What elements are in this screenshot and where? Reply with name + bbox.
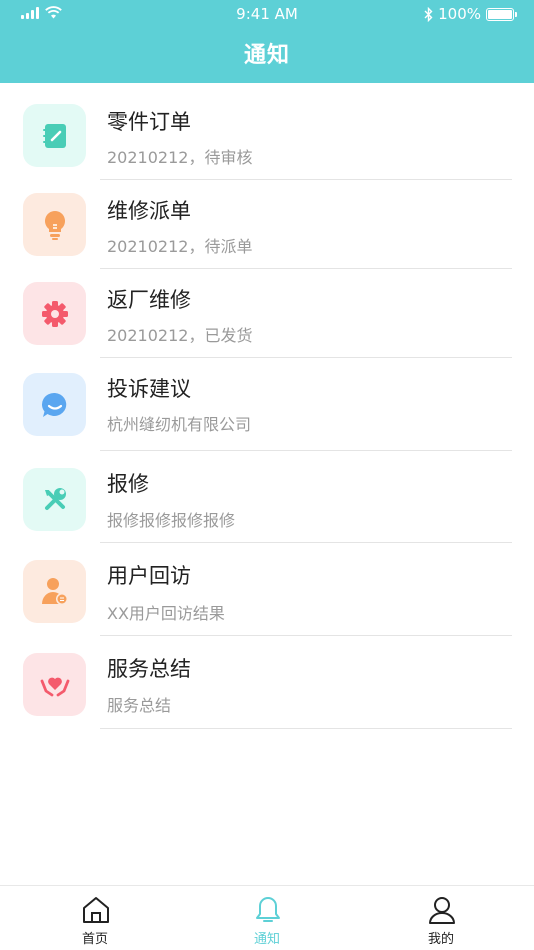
list-item-service-summary[interactable]: 服务总结 服务总结: [0, 636, 534, 729]
item-subtitle: 服务总结: [107, 696, 172, 715]
notebook-icon: [42, 123, 66, 148]
icon-box: [23, 282, 86, 345]
list-item-factory-return[interactable]: 返厂维修 20210212，已发货: [0, 269, 534, 358]
divider: [100, 728, 512, 729]
tab-profile[interactable]: 我的: [401, 886, 481, 950]
home-icon: [83, 897, 109, 923]
item-subtitle: XX用户回访结果: [107, 604, 225, 623]
icon-box: [23, 193, 86, 256]
tab-notifications[interactable]: 通知: [227, 886, 307, 950]
tab-label: 首页: [81, 932, 108, 947]
icon-box: [23, 373, 86, 436]
bluetooth-icon: [424, 6, 433, 22]
bell-icon: [256, 897, 280, 922]
item-title: 返厂维修: [107, 288, 191, 312]
item-title: 报修: [107, 472, 149, 496]
tab-label: 通知: [253, 932, 280, 947]
item-subtitle: 20210212，待派单: [107, 237, 253, 256]
icon-box: [23, 468, 86, 531]
list-item-user-visit[interactable]: 用户回访 XX用户回访结果: [0, 543, 534, 636]
icon-box: [23, 560, 86, 623]
page-title: 通知: [243, 43, 290, 68]
list-item-parts-order[interactable]: 零件订单 20210212，待审核: [0, 91, 534, 180]
profile-icon: [429, 897, 455, 924]
notification-list: 零件订单 20210212，待审核 维修派单 20210212，待派单 返厂维修…: [0, 91, 534, 729]
chat-bubble-icon: [41, 392, 66, 417]
lightbulb-icon: [44, 210, 65, 240]
list-item-repair-report[interactable]: 报修 报修报修报修报修: [0, 451, 534, 543]
status-right: 100%: [424, 5, 517, 23]
item-subtitle: 报修报修报修报修: [107, 511, 236, 530]
icon-box: [23, 653, 86, 716]
item-title: 维修派单: [107, 199, 191, 223]
item-subtitle: 20210212，待审核: [107, 148, 253, 167]
battery-icon: [486, 7, 517, 21]
bottom-tab-bar: 首页 通知 我的: [0, 885, 534, 950]
top-header: 9:41 AM 100% 通知: [0, 0, 534, 83]
tab-label: 我的: [427, 932, 454, 947]
item-title: 服务总结: [107, 657, 191, 681]
item-subtitle: 20210212，已发货: [107, 326, 253, 345]
list-item-complaint[interactable]: 投诉建议 杭州缝纫机有限公司: [0, 358, 534, 451]
item-title: 用户回访: [107, 564, 191, 588]
icon-box: [23, 104, 86, 167]
gear-icon: [41, 300, 68, 327]
user-visit-icon: [41, 577, 68, 605]
status-bar: 9:41 AM 100%: [0, 0, 534, 28]
tools-icon: [44, 487, 66, 510]
item-title: 投诉建议: [107, 377, 191, 401]
list-item-repair-dispatch[interactable]: 维修派单 20210212，待派单: [0, 180, 534, 269]
item-subtitle: 杭州缝纫机有限公司: [107, 415, 252, 434]
tab-home[interactable]: 首页: [55, 886, 135, 950]
heart-hands-icon: [40, 677, 69, 696]
item-title: 零件订单: [107, 110, 191, 134]
battery-percent: 100%: [438, 5, 481, 23]
